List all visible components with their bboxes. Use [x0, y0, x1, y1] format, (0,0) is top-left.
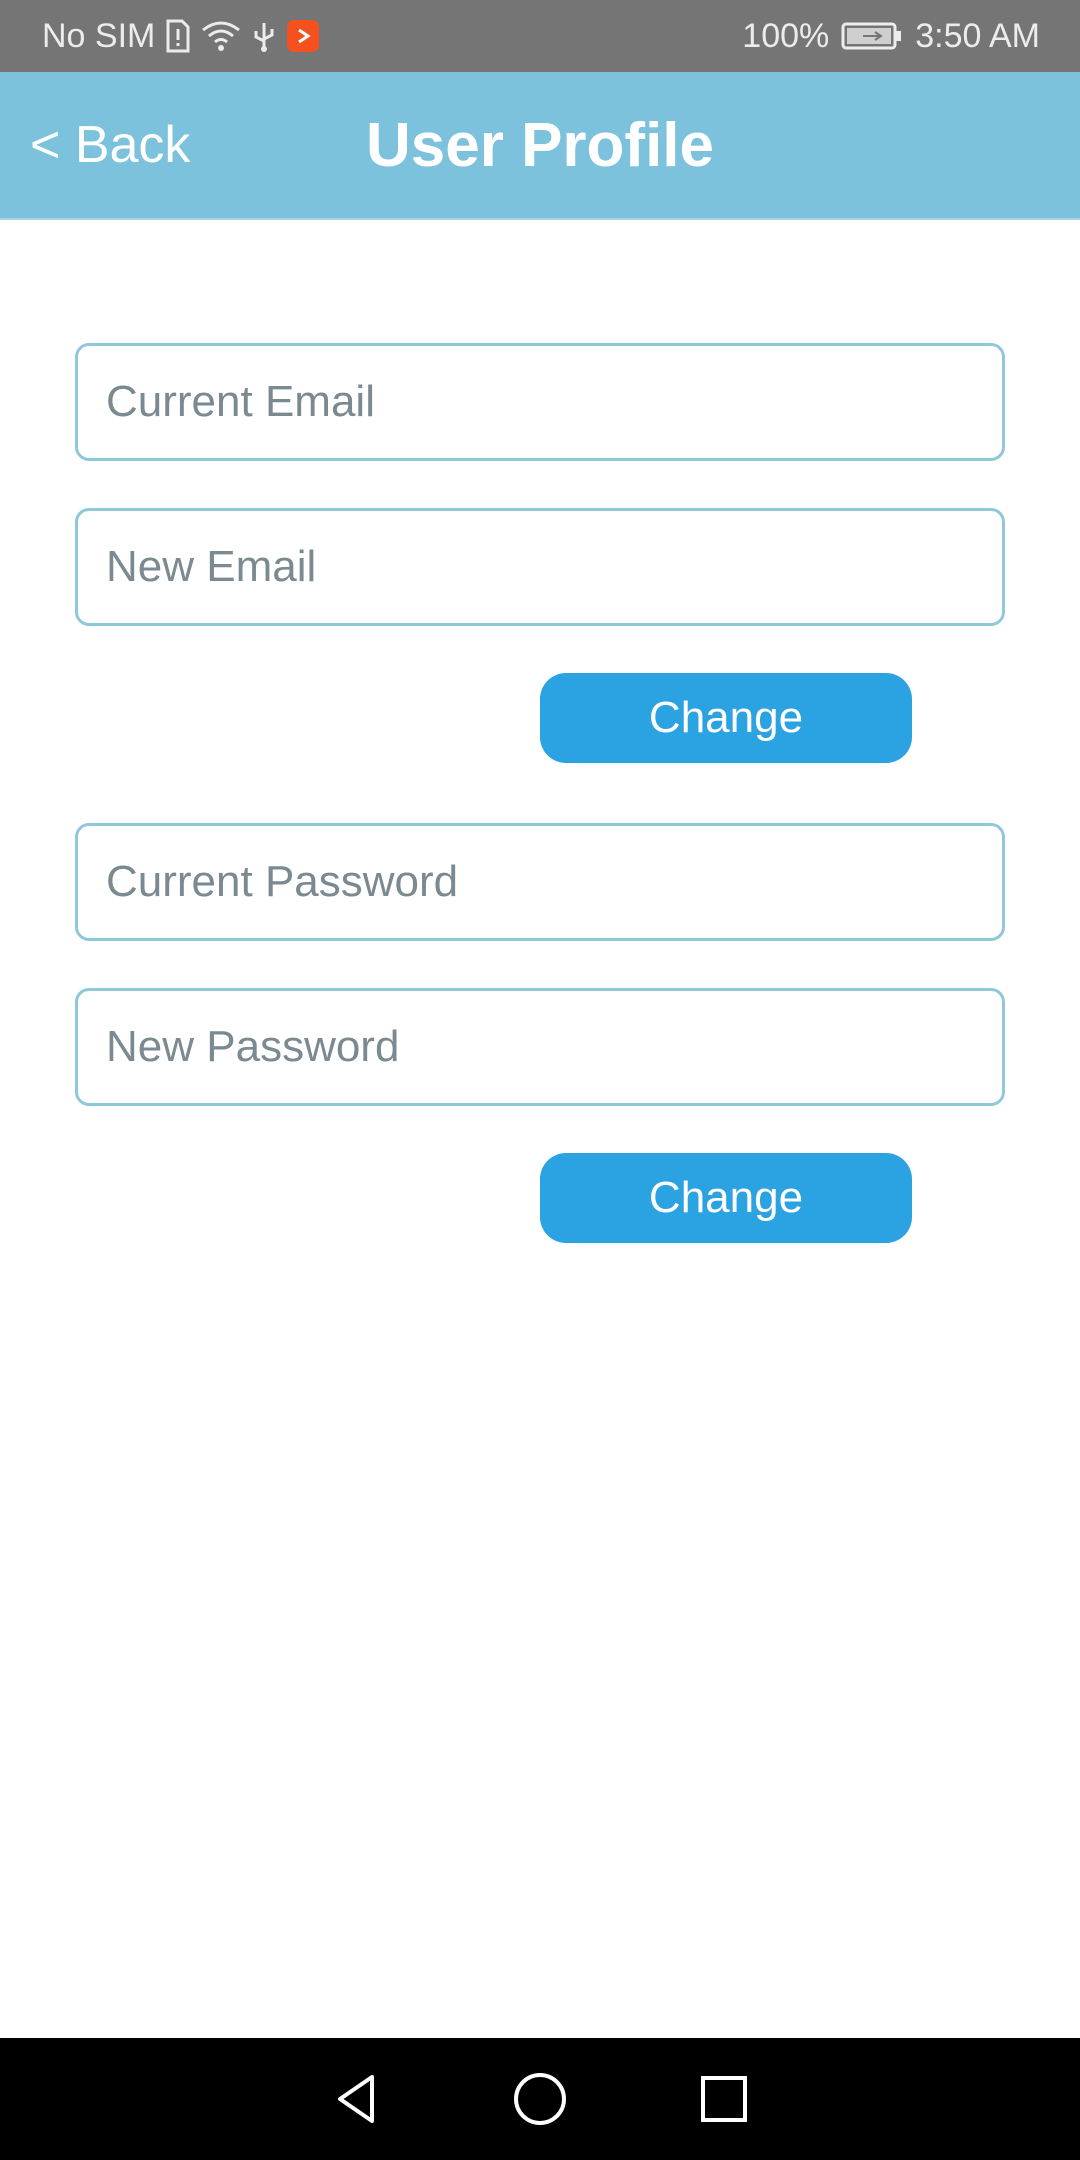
change-password-button[interactable]: Change: [540, 1153, 912, 1243]
app-notification-icon: [287, 20, 320, 52]
battery-percent: 100%: [742, 16, 830, 55]
current-email-field[interactable]: [75, 343, 1005, 461]
new-password-field[interactable]: [75, 988, 1005, 1106]
back-button[interactable]: < Back: [30, 72, 190, 218]
back-triangle-icon[interactable]: [306, 2049, 406, 2149]
battery-charging-icon: [841, 21, 903, 51]
status-bar-right: 100% 3:50 AM: [730, 17, 1040, 56]
recents-square-icon[interactable]: [674, 2049, 774, 2149]
clock: 3:50 AM: [915, 16, 1040, 55]
system-nav-bar: [0, 2038, 1080, 2160]
carrier-label: No SIM: [42, 16, 156, 55]
status-bar-left: No SIM: [42, 17, 329, 56]
change-email-button[interactable]: Change: [540, 673, 912, 763]
usb-icon: [251, 19, 277, 53]
sim-alert-icon: [165, 19, 191, 53]
new-password-input[interactable]: [78, 991, 1002, 1103]
new-email-field[interactable]: [75, 508, 1005, 626]
current-password-input[interactable]: [78, 826, 1002, 938]
status-bar: No SIM 100% 3:50 AM: [0, 0, 1080, 72]
current-email-input[interactable]: [78, 346, 1002, 458]
home-circle-icon[interactable]: [490, 2049, 590, 2149]
new-email-input[interactable]: [78, 511, 1002, 623]
wifi-icon: [201, 20, 241, 52]
app-header: < Back User Profile: [0, 72, 1080, 220]
current-password-field[interactable]: [75, 823, 1005, 941]
